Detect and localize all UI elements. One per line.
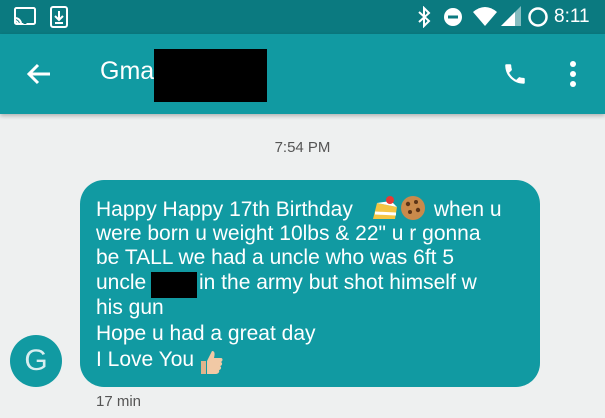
message-time-ago: 17 min	[96, 393, 142, 410]
message-line: I Love You	[96, 348, 195, 371]
message-line: Happy Happy 17th Birthday	[96, 198, 353, 221]
download-icon	[50, 6, 68, 28]
message-line: when u	[428, 198, 502, 221]
message-line: uncle	[96, 271, 147, 294]
do-not-disturb-icon	[444, 8, 462, 26]
cookie-emoji	[401, 196, 425, 220]
avatar[interactable]: G	[10, 335, 62, 387]
message-line: his gun	[96, 296, 164, 319]
message-line: in the army but shot himself w	[199, 271, 477, 294]
thumbs-up-emoji	[201, 351, 223, 374]
app-bar: Gma	[0, 34, 605, 114]
message-line: were born u weight 10lbs & 22" u r gonna	[96, 222, 481, 245]
signal-icon	[501, 6, 521, 26]
phone-icon[interactable]	[502, 61, 528, 87]
redaction-box	[154, 49, 267, 102]
contact-name: Gma	[100, 57, 155, 85]
message-line: be TALL we had a uncle who was 6ft 5	[96, 246, 455, 269]
message-line: Hope u had a great day	[96, 322, 316, 345]
status-time: 8:11	[554, 6, 590, 27]
redaction-box	[151, 272, 197, 298]
wifi-icon	[473, 7, 497, 26]
cast-icon	[14, 7, 36, 25]
status-bar: 8:11	[0, 0, 605, 34]
message-timestamp: 7:54 PM	[274, 139, 331, 156]
more-vert-icon[interactable]	[569, 60, 577, 88]
back-arrow-icon[interactable]	[26, 62, 52, 86]
cake-emoji	[373, 196, 397, 219]
bluetooth-icon	[418, 6, 431, 28]
battery-icon	[528, 7, 548, 27]
